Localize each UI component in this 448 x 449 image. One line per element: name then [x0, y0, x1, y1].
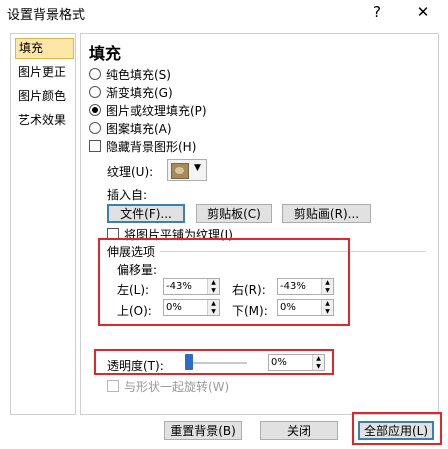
apply-highlight-box: [352, 412, 442, 445]
radio-label: 渐变填充(G): [106, 85, 173, 100]
insert-from-label: 插入自:: [107, 188, 148, 202]
sidebar-item-picture-corrections[interactable]: 图片更正: [15, 63, 72, 82]
checkbox-label: 隐藏背景图形(H): [106, 139, 197, 154]
radio-icon: [89, 122, 101, 134]
sidebar-item-picture-color[interactable]: 图片颜色: [15, 87, 72, 106]
clipboard-button[interactable]: 剪贴板(C): [196, 204, 272, 223]
radio-label: 图片或纹理填充(P): [106, 103, 207, 118]
radio-label: 图案填充(A): [106, 121, 172, 136]
stretch-highlight-box: [98, 238, 350, 326]
help-button[interactable]: ?: [367, 3, 387, 21]
hide-background-checkbox[interactable]: 隐藏背景图形(H): [89, 138, 196, 154]
dialog-title: 设置背景格式: [7, 8, 86, 23]
sidebar-item-artistic-effects[interactable]: 艺术效果: [15, 111, 72, 130]
radio-pattern-fill[interactable]: 图案填充(A): [89, 120, 172, 136]
texture-label: 纹理(U):: [107, 165, 154, 179]
transparency-highlight-box: [94, 349, 334, 375]
close-icon[interactable]: ✕: [413, 3, 433, 21]
chevron-down-icon: ▼: [194, 163, 201, 173]
radio-label: 纯色填充(S): [106, 67, 171, 82]
fill-heading: 填充: [89, 44, 122, 63]
texture-dropdown[interactable]: ▼: [167, 159, 207, 181]
sidebar-item-fill[interactable]: 填充: [15, 38, 74, 59]
checkbox-icon: [89, 140, 101, 152]
clipart-button[interactable]: 剪贴画(R)...: [282, 204, 371, 223]
rotate-with-shape-checkbox: 与形状一起旋转(W): [107, 378, 229, 394]
reset-background-button[interactable]: 重置背景(B): [164, 421, 242, 440]
close-button[interactable]: 关闭: [260, 421, 338, 440]
category-sidebar: 填充 图片更正 图片颜色 艺术效果: [10, 33, 76, 415]
radio-icon: [89, 86, 101, 98]
checkbox-icon: [107, 380, 119, 392]
checkbox-label: 与形状一起旋转(W): [124, 379, 230, 394]
radio-selected-icon: [89, 104, 101, 116]
radio-solid-fill[interactable]: 纯色填充(S): [89, 66, 171, 82]
radio-picture-texture-fill[interactable]: 图片或纹理填充(P): [89, 102, 207, 118]
radio-icon: [89, 68, 101, 80]
radio-gradient-fill[interactable]: 渐变填充(G): [89, 84, 173, 100]
texture-swatch-icon: [171, 163, 189, 179]
file-button[interactable]: 文件(F)...: [107, 204, 185, 223]
